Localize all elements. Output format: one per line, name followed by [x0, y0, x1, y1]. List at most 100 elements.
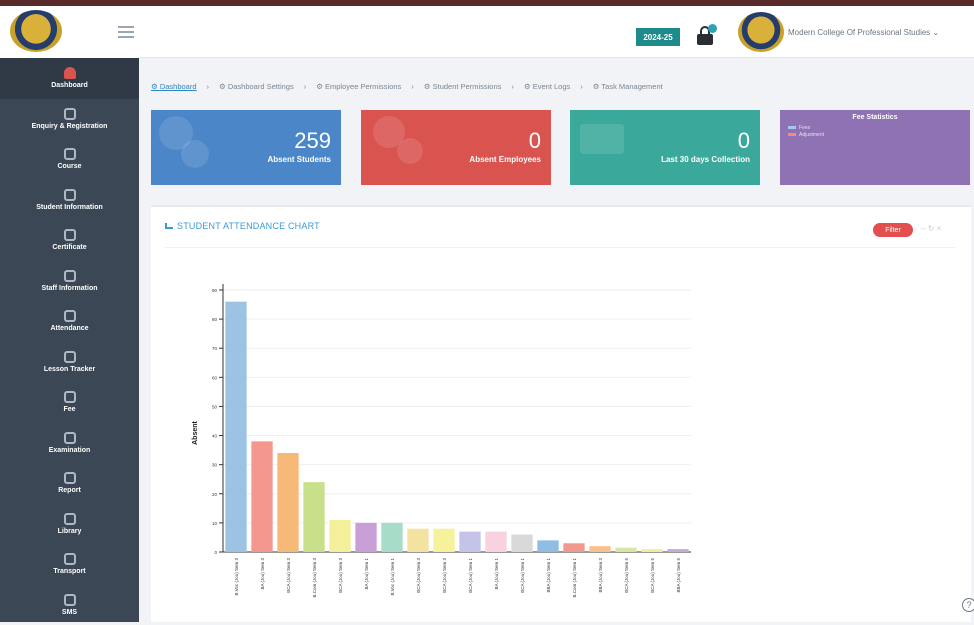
- x-tick-label: BCA (Jou) Sem 3: [286, 558, 291, 593]
- x-tick-label: BCA (Jou) Sem 3: [416, 558, 421, 593]
- certificate-icon: [64, 229, 76, 241]
- absent-students-card[interactable]: 259 Absent Students: [151, 110, 341, 185]
- calendar-check-icon: [64, 310, 76, 322]
- legend-adjustment-label: Adjustment: [799, 132, 824, 138]
- lock-icon[interactable]: [696, 24, 714, 46]
- gear-icon: ⚙: [424, 82, 433, 91]
- home-icon: [64, 67, 76, 79]
- x-tick-label: BA (Jou) Sem 3: [260, 558, 265, 590]
- y-tick-label: 40: [212, 434, 218, 439]
- sidebar-item-label: Report: [58, 487, 81, 494]
- fee-statistics-card[interactable]: Fee Statistics Fees Adjustment: [780, 110, 970, 185]
- sidebar-item-course[interactable]: Course: [0, 139, 139, 180]
- bar: [615, 548, 636, 552]
- bar: [537, 540, 558, 552]
- absent-employees-count: 0: [529, 128, 541, 154]
- sidebar-item-label: Course: [57, 163, 81, 170]
- sidebar-item-examination[interactable]: Examination: [0, 423, 139, 464]
- sidebar-item-fee[interactable]: Fee: [0, 382, 139, 423]
- bar: [355, 523, 376, 552]
- breadcrumb-item[interactable]: ⚙ Task Management: [593, 82, 663, 91]
- x-tick-label: B.Com (Jou) Sem 3: [312, 558, 317, 598]
- college-logo[interactable]: [738, 12, 784, 52]
- y-tick-label: 80: [212, 317, 218, 322]
- session-badge[interactable]: 2024-25: [636, 28, 680, 46]
- bar: [511, 535, 532, 552]
- sidebar-item-attendance[interactable]: Attendance: [0, 301, 139, 342]
- sidebar-item-label: Student Information: [36, 204, 103, 211]
- sidebar-item-report[interactable]: Report: [0, 463, 139, 504]
- logo-area: [0, 6, 139, 58]
- sidebar-item-lesson-tracker[interactable]: Lesson Tracker: [0, 342, 139, 383]
- school-logo[interactable]: [10, 10, 62, 52]
- college-name-text: Modern College Of Professional Studies: [788, 28, 930, 37]
- collection-card[interactable]: 0 Last 30 days Collection: [570, 110, 760, 185]
- college-name-dropdown[interactable]: Modern College Of Professional Studies ⌄: [788, 28, 939, 37]
- absent-students-count: 259: [294, 128, 331, 154]
- breadcrumb-separator: ›: [207, 82, 210, 91]
- x-tick-label: BCA (Jou) Sem 1: [468, 558, 473, 593]
- bar: [589, 546, 610, 552]
- breadcrumb-item[interactable]: ⚙ Employee Permissions: [316, 82, 401, 91]
- top-header: 2024-25 Modern College Of Professional S…: [0, 6, 974, 58]
- y-tick-label: 70: [212, 346, 218, 351]
- breadcrumb-separator: ›: [511, 82, 514, 91]
- x-tick-label: BCA (Jou) Sem 1: [520, 558, 525, 593]
- help-icon[interactable]: ?: [962, 598, 974, 612]
- calendar-icon: [64, 351, 76, 363]
- sidebar-item-sms[interactable]: SMS: [0, 585, 139, 625]
- breadcrumb-item[interactable]: ⚙ Dashboard Settings: [219, 82, 294, 91]
- attendance-bar-chart: 0102030405060708090AbsentB.Voc (Jou) Sem…: [151, 207, 971, 624]
- breadcrumb-item[interactable]: ⚙ Student Permissions: [424, 82, 502, 91]
- bar: [459, 532, 480, 552]
- x-tick-label: BBA (Jou) Sem 5: [676, 558, 681, 593]
- sidebar-item-label: Transport: [53, 568, 85, 575]
- notification-dot: [708, 24, 717, 33]
- file-icon: [64, 472, 76, 484]
- sidebar-item-library[interactable]: Library: [0, 504, 139, 545]
- card-bubble: [580, 124, 624, 154]
- bus-icon: [64, 553, 76, 565]
- breadcrumb-item[interactable]: ⚙ Dashboard: [151, 82, 197, 91]
- sidebar-item-label: Examination: [49, 447, 91, 454]
- sidebar-item-certificate[interactable]: Certificate: [0, 220, 139, 261]
- sidebar-item-label: Certificate: [52, 244, 86, 251]
- sidebar-item-dashboard[interactable]: Dashboard: [0, 58, 139, 99]
- sidebar-item-student-information[interactable]: Student Information: [0, 180, 139, 221]
- x-tick-label: BBA (Jou) Sem 1: [546, 558, 551, 593]
- absent-employees-card[interactable]: 0 Absent Employees: [361, 110, 551, 185]
- breadcrumb-label: Dashboard: [160, 82, 197, 91]
- breadcrumb-label: Task Management: [601, 82, 662, 91]
- x-tick-label: BA (Jou) Sem 1: [364, 558, 369, 590]
- sidebar-item-staff-information[interactable]: Staff Information: [0, 261, 139, 302]
- card-bubble: [397, 138, 423, 164]
- users-icon: [64, 108, 76, 120]
- y-tick-label: 90: [212, 288, 218, 293]
- share-icon: [64, 148, 76, 160]
- sidebar-item-transport[interactable]: Transport: [0, 544, 139, 585]
- sidebar-item-label: Enquiry & Registration: [32, 123, 108, 130]
- x-tick-label: BCA (Jou) Sem 3: [442, 558, 447, 593]
- sidebar-item-label: Attendance: [50, 325, 88, 332]
- sidebar-item-enquiry-registration[interactable]: Enquiry & Registration: [0, 99, 139, 140]
- bar: [667, 549, 688, 552]
- card-bubble: [181, 140, 209, 168]
- bar: [251, 441, 272, 552]
- breadcrumb-item[interactable]: ⚙ Event Logs: [524, 82, 570, 91]
- gear-icon: ⚙: [219, 82, 228, 91]
- edit-icon: [64, 432, 76, 444]
- fee-statistics-title: Fee Statistics: [780, 114, 970, 121]
- chat-icon: [64, 594, 76, 606]
- y-tick-label: 0: [214, 550, 217, 555]
- absent-students-label: Absent Students: [267, 155, 331, 164]
- y-tick-label: 60: [212, 375, 218, 380]
- x-tick-label: BCA (Jou) Sem 5: [650, 558, 655, 593]
- menu-toggle-icon[interactable]: [118, 26, 134, 38]
- y-tick-label: 30: [212, 463, 218, 468]
- sidebar-item-label: Lesson Tracker: [44, 366, 95, 373]
- legend-fees: Fees: [788, 125, 810, 131]
- gear-icon: ⚙: [316, 82, 325, 91]
- legend-swatch: [788, 133, 796, 136]
- breadcrumb-label: Employee Permissions: [325, 82, 401, 91]
- sidebar: Dashboard Enquiry & Registration Course Stu…: [0, 58, 139, 622]
